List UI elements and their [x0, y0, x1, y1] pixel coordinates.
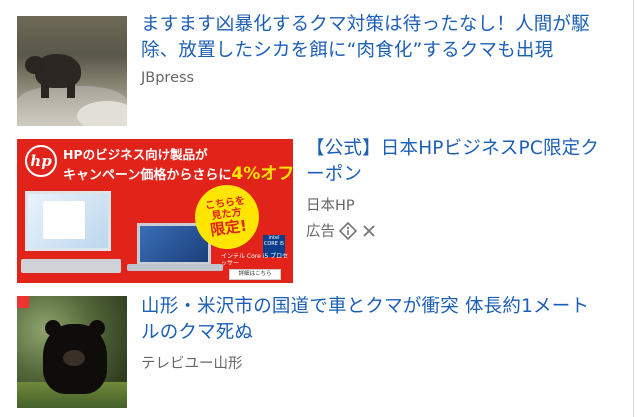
info-icon[interactable]: [339, 221, 357, 240]
ad-item[interactable]: hp HPのビジネス向け製品が キャンペーン価格からさらに4%オフ! こちらを …: [0, 130, 634, 290]
banner-details-button[interactable]: 詳細はこちら: [229, 269, 281, 280]
ad-advertiser: 日本HP: [306, 198, 355, 214]
ad-banner[interactable]: hp HPのビジネス向け製品が キャンペーン価格からさらに4%オフ! こちらを …: [17, 139, 293, 283]
article-thumbnail[interactable]: [17, 16, 127, 126]
list-item[interactable]: ますます凶暴化するクマ対策は待ったなし！人間が駆 除、放置したシカを餌に“肉食化…: [0, 0, 634, 130]
ad-meta: 広告: [306, 220, 377, 241]
ad-label: 広告: [306, 224, 335, 240]
article-source: JBpress: [141, 70, 195, 86]
close-icon[interactable]: [361, 223, 377, 239]
news-feed: ますます凶暴化するクマ対策は待ったなし！人間が駆 除、放置したシカを餌に“肉食化…: [0, 0, 634, 417]
hp-logo: hp: [25, 145, 57, 177]
article-source: テレビユー山形: [141, 356, 243, 372]
article-thumbnail[interactable]: [17, 296, 127, 408]
list-item[interactable]: 山形・米沢市の国道で車とクマが衝突 体長約1メート ルのクマ死ぬ テレビユー山形: [0, 290, 634, 417]
ad-title[interactable]: 【公式】日本HPビジネスPC限定ク ーポン: [306, 136, 599, 188]
banner-caption: インテル Core i5 プロセッサー: [221, 253, 289, 267]
article-title[interactable]: ますます凶暴化するクマ対策は待ったなし！人間が駆 除、放置したシカを餌に“肉食化…: [141, 12, 590, 64]
banner-line2: キャンペーン価格からさらに4%オフ!: [63, 164, 293, 184]
article-title[interactable]: 山形・米沢市の国道で車とクマが衝突 体長約1メート ルのクマ死ぬ: [141, 294, 589, 346]
